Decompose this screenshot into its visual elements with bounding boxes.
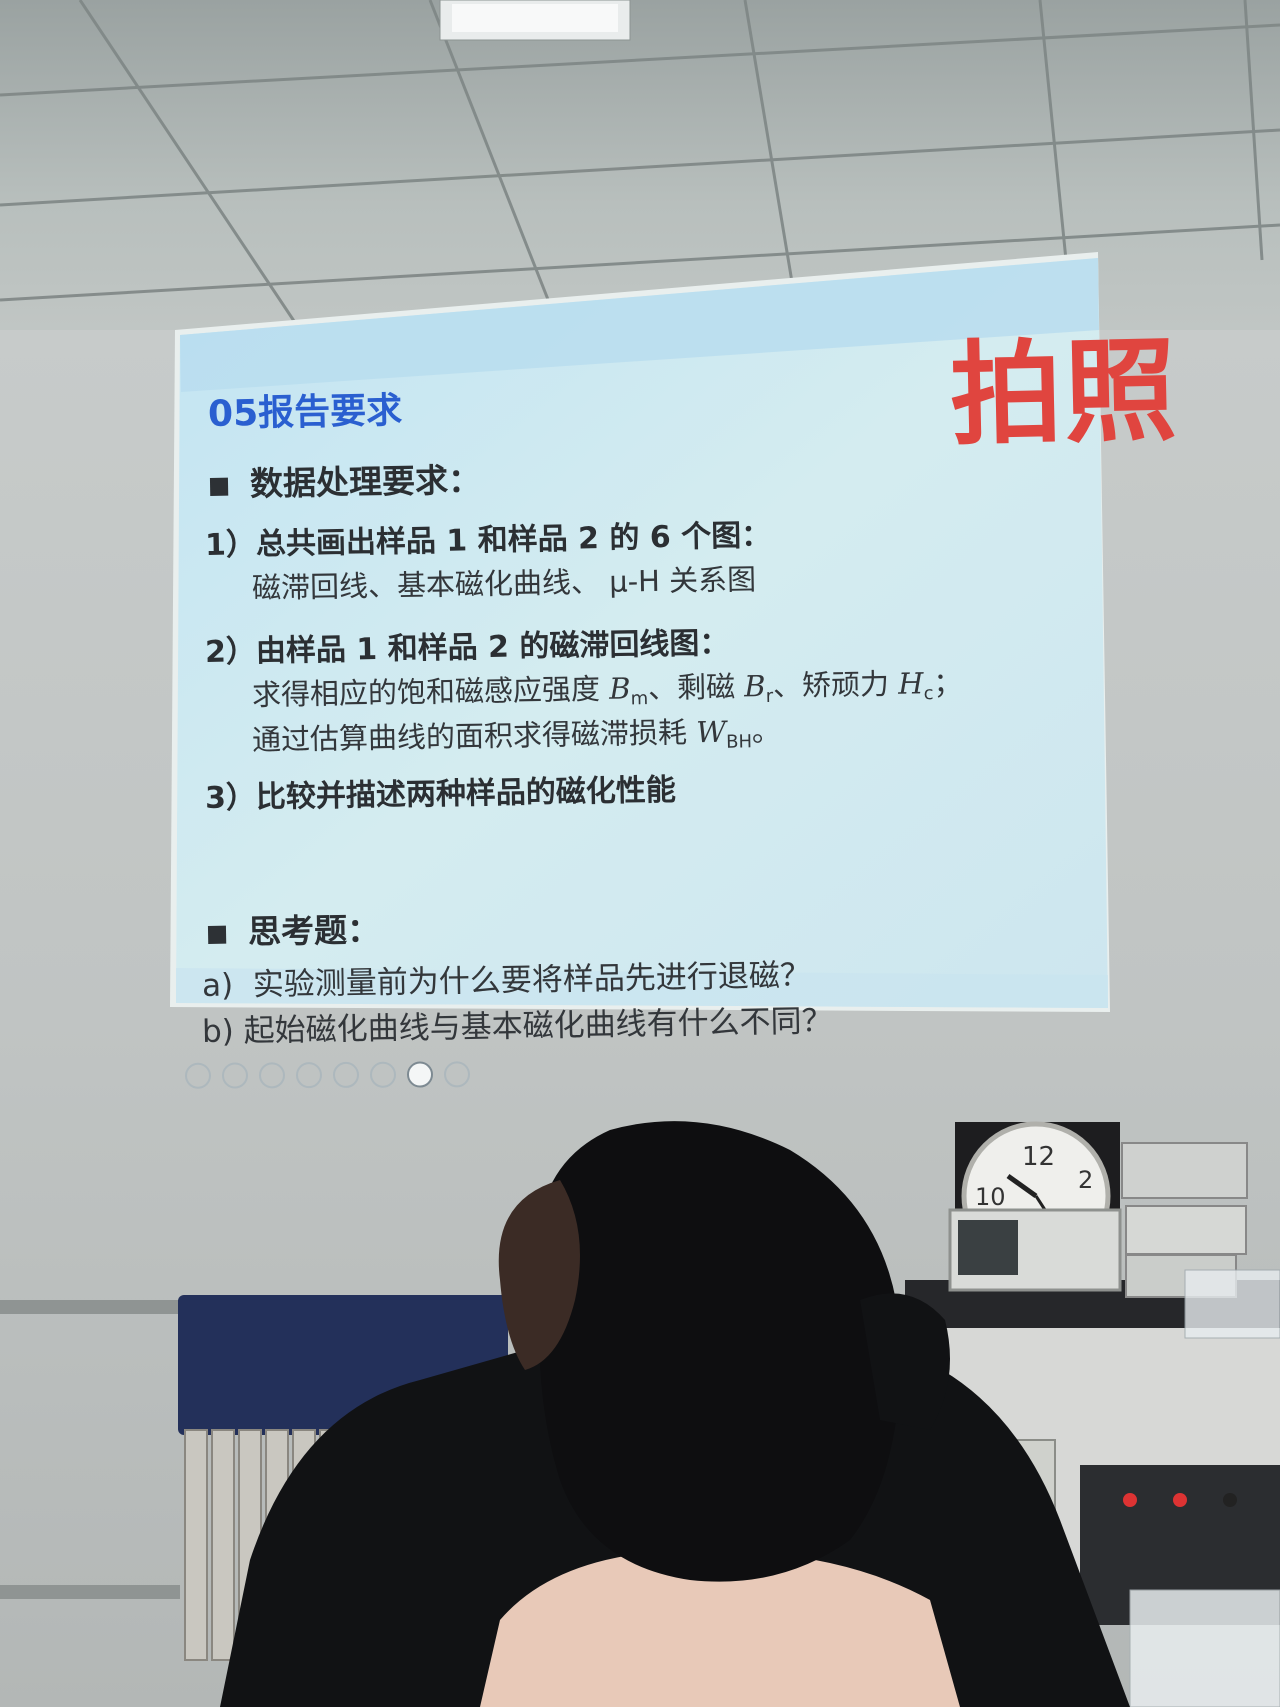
- person-hair: [536, 1121, 901, 1582]
- person: [220, 1121, 1130, 1707]
